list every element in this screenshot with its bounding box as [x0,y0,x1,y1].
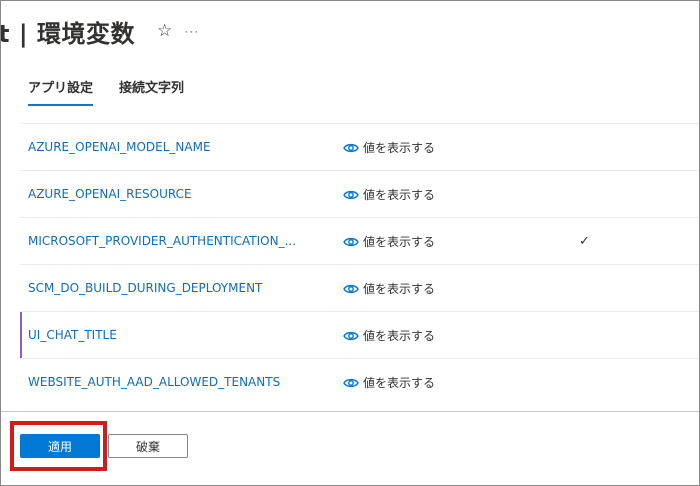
show-value-label: 値を表示する [363,329,436,343]
show-value-button[interactable]: 値を表示する [343,265,435,312]
eye-icon [343,378,359,387]
tab-app-settings[interactable]: アプリ設定 [28,80,94,106]
eye-icon [343,331,359,340]
show-value-button[interactable]: 値を表示する [343,312,435,359]
eye-icon [343,190,359,199]
show-value-button[interactable]: 値を表示する [343,359,435,406]
tab-bar: アプリ設定 接続文字列 [28,80,184,110]
show-value-label: 値を表示する [363,235,436,249]
discard-button[interactable]: 破棄 [108,434,188,458]
setting-name-link[interactable]: MICROSOFT_PROVIDER_AUTHENTICATION_... [28,218,296,265]
table-row[interactable]: MICROSOFT_PROVIDER_AUTHENTICATION_... 値を… [20,217,700,264]
page-title: t | 環境変数 [0,19,135,48]
table-row[interactable]: AZURE_OPENAI_MODEL_NAME 値を表示する [20,123,700,170]
footer-divider [0,411,700,412]
table-row[interactable]: AZURE_OPENAI_RESOURCE 値を表示する [20,170,700,217]
setting-name-link[interactable]: AZURE_OPENAI_RESOURCE [28,171,192,218]
eye-icon [343,143,359,152]
setting-name-link[interactable]: AZURE_OPENAI_MODEL_NAME [28,124,211,171]
show-value-button[interactable]: 値を表示する [343,218,435,265]
show-value-button[interactable]: 値を表示する [343,124,435,171]
more-icon[interactable]: ··· [184,24,199,38]
setting-name-link[interactable]: UI_CHAT_TITLE [28,312,117,359]
setting-name-link[interactable]: SCM_DO_BUILD_DURING_DEPLOYMENT [28,265,262,312]
table-row[interactable]: WEBSITE_AUTH_AAD_ALLOWED_TENANTS 値を表示する [20,358,700,405]
table-row[interactable]: UI_CHAT_TITLE 値を表示する [20,311,700,358]
app-settings-table: AZURE_OPENAI_MODEL_NAME 値を表示する AZURE_OPE… [20,123,700,405]
page-header: t | 環境変数 ☆ ··· [0,14,199,48]
eye-icon [343,237,359,246]
star-icon[interactable]: ☆ [157,21,172,41]
eye-icon [343,284,359,293]
show-value-label: 値を表示する [363,376,436,390]
check-icon: ✓ [579,234,590,249]
setting-name-link[interactable]: WEBSITE_AUTH_AAD_ALLOWED_TENANTS [28,359,280,406]
show-value-label: 値を表示する [363,141,436,155]
show-value-button[interactable]: 値を表示する [343,171,435,218]
show-value-label: 値を表示する [363,188,436,202]
table-row[interactable]: SCM_DO_BUILD_DURING_DEPLOYMENT 値を表示する [20,264,700,311]
tab-connection-strings[interactable]: 接続文字列 [119,80,184,106]
apply-button[interactable]: 適用 [20,434,100,458]
show-value-label: 値を表示する [363,282,436,296]
